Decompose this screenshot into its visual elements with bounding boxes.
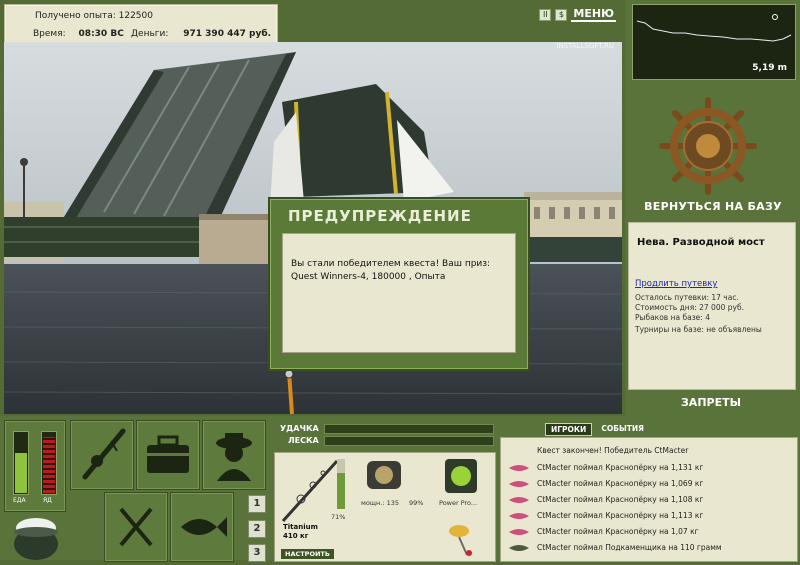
lure-icon (509, 529, 529, 535)
lure-name: Power Pro... (439, 499, 478, 507)
angler-icon (216, 433, 252, 481)
tackle-box-button[interactable] (136, 420, 200, 490)
food-meter-fill (15, 453, 27, 493)
feed-row: CtMacter поймал Краснопёрку на 1,131 кг (501, 460, 797, 475)
line-tension-bar (324, 436, 494, 446)
return-to-base-button[interactable]: ВЕРНУТЬСЯ НА БАЗУ (628, 200, 798, 213)
money-value: 971 390 447 руб. (183, 29, 272, 39)
food-button[interactable] (104, 492, 168, 562)
event-feed: Квест закончен! Победитель CtMacter CtMa… (500, 437, 798, 562)
rod-durability-bar (337, 459, 345, 509)
dialog-title: ПРЕДУПРЕЖДЕНИЕ (288, 207, 472, 225)
reel-percent: 99% (409, 499, 424, 507)
watermark: INSTALLSOFT.RU (556, 42, 614, 50)
tab-events[interactable]: СОБЫТИЯ (596, 423, 649, 436)
money-label: Деньги: (131, 29, 169, 39)
depth-value: 5,19 m (752, 63, 787, 73)
xp-value: 122500 (118, 11, 153, 21)
feed-row-text: CtMacter поймал Краснопёрку на 1,131 кг (537, 463, 704, 472)
feed-row: CtMacter поймал Краснопёрку на 1,113 кг (501, 508, 797, 523)
lure-icon (509, 513, 529, 519)
tournaments-info: Турниры на базе: не объявлены (635, 325, 762, 334)
reel-slot[interactable]: мощн.: 135 99% (361, 455, 427, 511)
rod-percent: 71% (331, 513, 346, 521)
warning-dialog: ПРЕДУПРЕЖДЕНИЕ Вы стали победителем квес… (268, 197, 530, 371)
feed-row: CtMacter поймал Подкаменщика на 110 грам… (501, 540, 797, 555)
feed-row: CtMacter поймал Краснопёрку на 1,069 кг (501, 476, 797, 491)
feed-header: Квест закончен! Победитель CtMacter (537, 446, 689, 455)
catch-button[interactable] (170, 492, 234, 562)
bans-button[interactable]: ЗАПРЕТЫ (628, 396, 794, 409)
lure-slot[interactable] (437, 513, 493, 559)
remaining-permit: Осталось путевки: 17 час. (635, 293, 739, 302)
money-row: Деньги: 971 390 447 руб. (131, 29, 271, 39)
pause-button[interactable]: II (539, 8, 552, 21)
dialog-message: Вы стали победителем квеста! Ваш приз: Q… (291, 259, 491, 282)
tab-players[interactable]: ИГРОКИ (545, 423, 593, 436)
fish-icon (509, 545, 529, 551)
reel-icon (367, 461, 401, 489)
feed-row-text: CtMacter поймал Краснопёрку на 1,07 кг (537, 527, 699, 536)
sound-button[interactable]: $ (555, 8, 568, 21)
poison-meter (41, 431, 57, 495)
feed-row-text: CtMacter поймал Краснопёрку на 1,108 кг (537, 495, 704, 504)
ship-wheel-icon[interactable] (658, 96, 758, 196)
luck-bar (324, 424, 494, 434)
rod-durability-fill (337, 473, 345, 509)
poison-label: ЯД (43, 497, 52, 504)
rod-reel-icon (82, 428, 126, 480)
line-spool-icon (445, 459, 477, 493)
feed-row-text: CtMacter поймал Подкаменщика на 110 грам… (537, 543, 722, 552)
spinner-lure-icon (449, 525, 472, 556)
tackle-slots: 71% Titanium 410 кг НАСТРОИТЬ мощн.: 135… (274, 452, 496, 562)
top-buttons: II $ МЕНЮ (539, 7, 616, 22)
meters-tile: ЕДА ЯД (4, 420, 66, 512)
feed-row: CtMacter поймал Краснопёрку на 1,07 кг (501, 524, 797, 539)
luck-label: УДАЧКА (280, 424, 319, 433)
rod-reel-button[interactable] (70, 420, 134, 490)
extend-permit-link[interactable]: Продлить путевку (635, 279, 717, 289)
line-slot[interactable]: Power Pro... (437, 455, 493, 511)
feed-row-text: CtMacter поймал Краснопёрку на 1,113 кг (537, 511, 704, 520)
lure-icon (509, 465, 529, 471)
dialog-body: Вы стали победителем квеста! Ваш приз: Q… (282, 233, 516, 353)
fish-icon (181, 517, 227, 537)
poison-meter-fill (43, 437, 55, 493)
anglers-count: Рыбаков на базе: 4 (635, 313, 710, 322)
slot-1-button[interactable]: 1 (248, 495, 266, 513)
status-panel: Получено опыта: 122500 Время: 08:30 ВС Д… (4, 4, 278, 44)
lure-icon (509, 481, 529, 487)
location-title: Нева. Разводной мост (637, 237, 765, 248)
time-value: 08:30 ВС (78, 29, 124, 39)
fork-knife-icon (119, 507, 153, 547)
tune-button[interactable]: НАСТРОИТЬ (281, 549, 334, 559)
reel-power: мощн.: 135 (361, 499, 399, 507)
slot-2-button[interactable]: 2 (248, 520, 266, 538)
base-info-panel: Нева. Разводной мост Продлить путевку Ос… (628, 222, 796, 390)
rod-slot[interactable]: 71% Titanium 410 кг НАСТРОИТЬ (277, 455, 357, 559)
food-meter (13, 431, 29, 495)
feed-row-text: CtMacter поймал Краснопёрку на 1,069 кг (537, 479, 704, 488)
slot-3-button[interactable]: 3 (248, 544, 266, 562)
food-label: ЕДА (13, 497, 26, 504)
line-label: ЛЕСКА (288, 436, 319, 445)
time-label: Время: (33, 29, 66, 39)
lure-icon (509, 497, 529, 503)
rod-name: Titanium (283, 523, 318, 531)
time-row: Время: 08:30 ВС (33, 29, 124, 39)
day-cost: Стоимость дня: 27 000 руб. (635, 303, 744, 312)
food-pot-icon[interactable] (12, 508, 60, 560)
tackle-box-icon (147, 435, 189, 473)
feed-row: CtMacter поймал Краснопёрку на 1,108 кг (501, 492, 797, 507)
menu-button[interactable]: МЕНЮ (571, 7, 616, 22)
rod-weight: 410 кг (283, 532, 309, 540)
angler-profile-button[interactable] (202, 420, 266, 490)
feed-tabs: ИГРОКИ СОБЫТИЯ (545, 423, 649, 436)
xp-label: Получено опыта: (35, 11, 116, 21)
depth-chart: 5,19 m (632, 4, 796, 80)
xp-row: Получено опыта: 122500 (35, 11, 153, 21)
